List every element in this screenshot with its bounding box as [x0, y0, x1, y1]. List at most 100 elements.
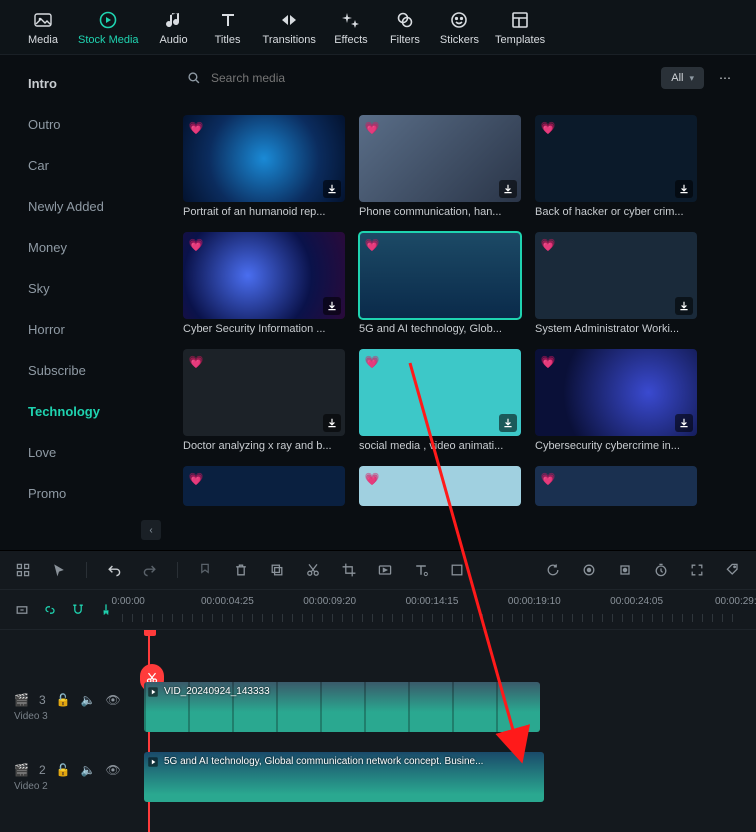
- nav-stickers[interactable]: Stickers: [434, 8, 485, 46]
- zoom-marker-tool[interactable]: [14, 602, 30, 618]
- download-icon[interactable]: [323, 414, 341, 432]
- nav-stock-media[interactable]: Stock Media: [72, 8, 145, 46]
- speed-tool[interactable]: [376, 561, 394, 579]
- snap-tool[interactable]: [70, 602, 86, 618]
- media-card[interactable]: 💗 Cybersecurity cybercrime in...: [535, 349, 697, 452]
- fit-tool[interactable]: [688, 561, 706, 579]
- nav-effects[interactable]: Effects: [326, 8, 376, 46]
- media-card[interactable]: 💗: [183, 466, 345, 506]
- split-tool[interactable]: [304, 561, 322, 579]
- track-lock-icon[interactable]: 🔓: [56, 693, 71, 707]
- sidebar-item-newly-added[interactable]: Newly Added: [0, 186, 175, 227]
- time-ruler[interactable]: 0:00:00 00:00:04:25 00:00:09:20 00:00:14…: [122, 590, 742, 629]
- media-thumbnail[interactable]: 💗: [535, 349, 697, 436]
- track-mute-icon[interactable]: 🔈: [81, 693, 96, 707]
- download-icon[interactable]: [499, 414, 517, 432]
- media-thumbnail[interactable]: 💗: [359, 349, 521, 436]
- sidebar-item-intro[interactable]: Intro: [0, 63, 175, 104]
- nav-titles[interactable]: Titles: [203, 8, 253, 46]
- download-icon[interactable]: [675, 414, 693, 432]
- grid-tool[interactable]: [14, 561, 32, 579]
- track-body[interactable]: VID_20240924_143333: [144, 676, 742, 738]
- search-input[interactable]: [211, 71, 651, 85]
- sidebar-item-love[interactable]: Love: [0, 432, 175, 473]
- download-icon[interactable]: [323, 180, 341, 198]
- nav-media[interactable]: Media: [18, 8, 68, 46]
- delete-button[interactable]: [232, 561, 250, 579]
- track-body[interactable]: 5G and AI technology, Global communicati…: [144, 746, 742, 808]
- media-thumbnail[interactable]: 💗: [183, 466, 345, 506]
- sidebar-item-promo[interactable]: Promo: [0, 473, 175, 514]
- nav-templates[interactable]: Templates: [489, 8, 551, 46]
- media-card[interactable]: 💗: [359, 466, 521, 506]
- more-options-button[interactable]: ⋯: [714, 67, 736, 89]
- premium-icon: 💗: [187, 236, 205, 254]
- sidebar-item-horror[interactable]: Horror: [0, 309, 175, 350]
- track-visibility-icon[interactable]: 👁: [106, 693, 121, 707]
- nav-filters[interactable]: Filters: [380, 8, 430, 46]
- nav-transitions[interactable]: Transitions: [257, 8, 322, 46]
- timeline-clip[interactable]: 5G and AI technology, Global communicati…: [144, 752, 544, 802]
- sidebar-item-car[interactable]: Car: [0, 145, 175, 186]
- sidebar-item-outro[interactable]: Outro: [0, 104, 175, 145]
- media-title: Portrait of an humanoid rep...: [183, 206, 345, 218]
- media-thumbnail[interactable]: 💗: [359, 115, 521, 202]
- media-thumbnail[interactable]: 💗: [535, 232, 697, 319]
- track-mute-icon[interactable]: 🔈: [81, 763, 96, 777]
- media-card-selected[interactable]: 💗 5G and AI technology, Glob...: [359, 232, 521, 335]
- media-card[interactable]: 💗 Portrait of an humanoid rep...: [183, 115, 345, 218]
- sidebar-item-subscribe[interactable]: Subscribe: [0, 350, 175, 391]
- track-visibility-icon[interactable]: 👁: [106, 763, 121, 777]
- track-lock-icon[interactable]: 🔓: [56, 763, 71, 777]
- filter-dropdown[interactable]: All ▾: [661, 67, 704, 89]
- playhead-knob[interactable]: [144, 630, 156, 636]
- undo-button[interactable]: [105, 561, 123, 579]
- timeline-clip[interactable]: VID_20240924_143333: [144, 682, 540, 732]
- media-card[interactable]: 💗 Cyber Security Information ...: [183, 232, 345, 335]
- download-icon[interactable]: [675, 180, 693, 198]
- media-title: System Administrator Worki...: [535, 323, 697, 335]
- search-field-wrap[interactable]: [187, 69, 651, 87]
- media-title: Doctor analyzing x ray and b...: [183, 440, 345, 452]
- duplicate-button[interactable]: [268, 561, 286, 579]
- sidebar-item-money[interactable]: Money: [0, 227, 175, 268]
- text-tool[interactable]: [412, 561, 430, 579]
- download-icon[interactable]: [323, 297, 341, 315]
- nav-audio[interactable]: Audio: [149, 8, 199, 46]
- media-thumbnail[interactable]: 💗: [183, 349, 345, 436]
- download-icon[interactable]: [499, 180, 517, 198]
- crop-tool[interactable]: [340, 561, 358, 579]
- redo-button[interactable]: [141, 561, 159, 579]
- record-tool[interactable]: [616, 561, 634, 579]
- media-card[interactable]: 💗 Back of hacker or cyber crim...: [535, 115, 697, 218]
- audio-icon: [164, 10, 184, 30]
- media-thumbnail[interactable]: 💗: [359, 232, 521, 319]
- media-thumbnail[interactable]: 💗: [359, 466, 521, 506]
- refresh-button[interactable]: [544, 561, 562, 579]
- link-tool[interactable]: [42, 602, 58, 618]
- track-name: Video 3: [14, 711, 134, 722]
- marker-tool[interactable]: [196, 561, 214, 579]
- timeline-panel: 0:00:00 00:00:04:25 00:00:09:20 00:00:14…: [0, 550, 756, 832]
- media-card[interactable]: 💗 social media , video animati...: [359, 349, 521, 452]
- color-tool[interactable]: [580, 561, 598, 579]
- tags-tool[interactable]: [724, 561, 742, 579]
- media-card[interactable]: 💗: [535, 466, 697, 506]
- sidebar-item-sky[interactable]: Sky: [0, 268, 175, 309]
- media-card[interactable]: 💗 System Administrator Worki...: [535, 232, 697, 335]
- media-card[interactable]: 💗 Doctor analyzing x ray and b...: [183, 349, 345, 452]
- sidebar-item-technology[interactable]: Technology: [0, 391, 175, 432]
- filters-icon: [395, 10, 415, 30]
- media-card[interactable]: 💗 Phone communication, han...: [359, 115, 521, 218]
- frame-tool[interactable]: [448, 561, 466, 579]
- sidebar-collapse-button[interactable]: ‹: [141, 520, 161, 540]
- media-thumbnail[interactable]: 💗: [183, 232, 345, 319]
- media-thumbnail[interactable]: 💗: [535, 466, 697, 506]
- media-thumbnail[interactable]: 💗: [183, 115, 345, 202]
- timer-tool[interactable]: [652, 561, 670, 579]
- media-thumbnail[interactable]: 💗: [535, 115, 697, 202]
- select-tool[interactable]: [50, 561, 68, 579]
- nav-label: Audio: [159, 34, 187, 46]
- download-icon[interactable]: [675, 297, 693, 315]
- media-title: Cyber Security Information ...: [183, 323, 345, 335]
